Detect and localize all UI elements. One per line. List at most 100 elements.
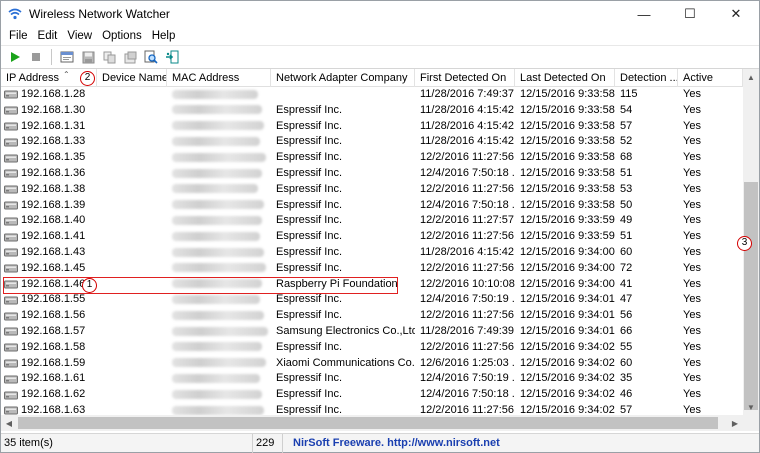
- company-cell: Espressif Inc.: [276, 119, 343, 132]
- first-detected-cell: 12/2/2016 11:27:56...: [420, 182, 515, 195]
- menu-edit[interactable]: Edit: [33, 30, 63, 42]
- device-name-cell: [97, 261, 167, 277]
- first-detected-cell: 12/4/2016 7:50:19 ...: [420, 372, 515, 385]
- active-cell: Yes: [683, 245, 701, 258]
- device-name-cell: [97, 371, 167, 387]
- last-detected-cell: 12/15/2016 9:33:58...: [520, 198, 615, 211]
- minimize-button[interactable]: —: [621, 1, 667, 27]
- scroll-down-arrow-icon[interactable]: ▼: [743, 399, 759, 415]
- last-detected-cell: 12/15/2016 9:34:02...: [520, 372, 615, 385]
- ip-address-cell: 192.168.1.39: [1, 198, 97, 214]
- table-row[interactable]: 192.168.1.45 Espressif Inc. 12/2/2016 11:2…: [1, 261, 743, 277]
- device-name-cell: [97, 387, 167, 403]
- table-row[interactable]: 192.168.1.43 Espressif Inc. 11/28/2016 4:1…: [1, 245, 743, 261]
- table-row[interactable]: 192.168.1.40 Espressif Inc. 12/2/2016 11:2…: [1, 213, 743, 229]
- device-name-cell: [97, 292, 167, 308]
- col-last-detected-header[interactable]: Last Detected On: [515, 69, 615, 87]
- col-mac-address-header[interactable]: MAC Address: [167, 69, 271, 87]
- mac-address-cell-blurred: [167, 245, 271, 261]
- detection-count-cell: 60: [620, 245, 633, 258]
- active-cell: Yes: [683, 309, 701, 322]
- ip-address-cell: 192.168.1.56: [1, 308, 97, 324]
- device-name-cell: [97, 182, 167, 198]
- table-row[interactable]: 192.168.1.36 Espressif Inc. 12/4/2016 7:50…: [1, 166, 743, 182]
- mac-address-cell-blurred: [167, 213, 271, 229]
- scroll-left-arrow-icon[interactable]: ◀: [1, 415, 17, 431]
- table-row[interactable]: 192.168.1.62 Espressif Inc. 12/4/2016 7:50…: [1, 387, 743, 403]
- last-detected-cell: 12/15/2016 9:33:58...: [520, 135, 615, 148]
- horizontal-scroll-thumb[interactable]: [18, 417, 718, 429]
- last-detected-cell: 12/15/2016 9:34:00...: [520, 261, 615, 274]
- col-active-header[interactable]: Active: [678, 69, 743, 87]
- mac-address-cell-blurred: [167, 119, 271, 135]
- last-detected-cell: 12/15/2016 9:34:02...: [520, 340, 615, 353]
- detection-count-cell: 49: [620, 214, 633, 227]
- horizontal-scrollbar[interactable]: ◀ ▶: [1, 415, 743, 431]
- computer-icon: [4, 154, 18, 163]
- scroll-right-arrow-icon[interactable]: ▶: [727, 415, 743, 431]
- table-row[interactable]: 192.168.1.28 11/28/2016 7:49:37... 12/15/2…: [1, 87, 743, 103]
- table-row[interactable]: 192.168.1.41 Espressif Inc. 12/2/2016 11:2…: [1, 229, 743, 245]
- table-row[interactable]: 192.168.1.33 Espressif Inc. 11/28/2016 4:1…: [1, 134, 743, 150]
- first-detected-cell: 11/28/2016 4:15:42...: [420, 103, 515, 116]
- active-cell: Yes: [683, 388, 701, 401]
- vertical-scroll-thumb[interactable]: [744, 182, 758, 410]
- menu-options[interactable]: Options: [97, 30, 147, 42]
- col-network-adapter-company-header[interactable]: Network Adapter Company: [271, 69, 415, 87]
- device-list[interactable]: IP Address ⌃ Device Name MAC Address Network…: [1, 69, 759, 431]
- company-cell: Espressif Inc.: [276, 230, 343, 243]
- table-row[interactable]: 192.168.1.35 Espressif Inc. 12/2/2016 11:2…: [1, 150, 743, 166]
- table-row[interactable]: 192.168.1.38 Espressif Inc. 12/2/2016 11:2…: [1, 182, 743, 198]
- window-icon[interactable]: [58, 48, 76, 66]
- table-row[interactable]: 192.168.1.59 Xiaomi Communications Co... 1…: [1, 356, 743, 372]
- play-icon[interactable]: [6, 48, 24, 66]
- nirsoft-link[interactable]: NirSoft Freeware. http://www.nirsoft.net: [283, 434, 759, 453]
- device-name-cell: [97, 134, 167, 150]
- menu-file[interactable]: File: [4, 30, 33, 42]
- col-detection-count-header[interactable]: Detection ...: [615, 69, 678, 87]
- company-cell: Espressif Inc.: [276, 214, 343, 227]
- table-row[interactable]: 192.168.1.31 Espressif Inc. 11/28/2016 4:1…: [1, 119, 743, 135]
- table-row[interactable]: 192.168.1.56 Espressif Inc. 12/2/2016 11:2…: [1, 308, 743, 324]
- highlighted-row-outline: [3, 277, 398, 294]
- last-detected-cell: 12/15/2016 9:34:01...: [520, 309, 615, 322]
- first-detected-cell: 12/6/2016 1:25:03 ...: [420, 356, 515, 369]
- menu-view[interactable]: View: [62, 30, 97, 42]
- mac-address-cell-blurred: [167, 356, 271, 372]
- toolbar: [1, 45, 759, 69]
- maximize-button[interactable]: ☐: [667, 1, 713, 27]
- col-device-name-header[interactable]: Device Name: [97, 69, 167, 87]
- table-row[interactable]: 192.168.1.39 Espressif Inc. 12/4/2016 7:50…: [1, 198, 743, 214]
- close-button[interactable]: ✕: [713, 1, 759, 27]
- ip-address-cell: 192.168.1.40: [1, 213, 97, 229]
- computer-icon: [4, 217, 18, 226]
- scroll-up-arrow-icon[interactable]: ▲: [743, 69, 759, 85]
- ip-address-cell: 192.168.1.45: [1, 261, 97, 277]
- first-detected-cell: 11/28/2016 7:49:39...: [420, 324, 515, 337]
- html-report-icon[interactable]: [121, 48, 139, 66]
- first-detected-cell: 12/4/2016 7:50:18 ...: [420, 166, 515, 179]
- menu-help[interactable]: Help: [147, 30, 181, 42]
- detection-count-cell: 56: [620, 309, 633, 322]
- detection-count-cell: 55: [620, 340, 633, 353]
- exit-icon[interactable]: [163, 48, 181, 66]
- detection-count-cell: 52: [620, 135, 633, 148]
- save-icon[interactable]: [79, 48, 97, 66]
- ip-address-cell: 192.168.1.41: [1, 229, 97, 245]
- table-row[interactable]: 192.168.1.55 Espressif Inc. 12/4/2016 7:50…: [1, 292, 743, 308]
- ip-address-text: 192.168.1.40: [21, 214, 86, 227]
- table-row[interactable]: 192.168.1.30 Espressif Inc. 11/28/2016 4:1…: [1, 103, 743, 119]
- device-name-cell: [97, 150, 167, 166]
- last-detected-cell: 12/15/2016 9:34:00...: [520, 245, 615, 258]
- col-first-detected-header[interactable]: First Detected On: [415, 69, 515, 87]
- last-detected-cell: 12/15/2016 9:34:01...: [520, 324, 615, 337]
- find-icon[interactable]: [142, 48, 160, 66]
- stop-icon[interactable]: [27, 48, 45, 66]
- detection-count-cell: 51: [620, 230, 633, 243]
- table-row[interactable]: 192.168.1.61 Espressif Inc. 12/4/2016 7:50…: [1, 371, 743, 387]
- table-row[interactable]: 192.168.1.58 Espressif Inc. 12/2/2016 11:2…: [1, 340, 743, 356]
- ip-address-text: 192.168.1.28: [21, 88, 86, 100]
- wifi-app-icon: [7, 6, 23, 22]
- copy-icon[interactable]: [100, 48, 118, 66]
- table-row[interactable]: 192.168.1.57 Samsung Electronics Co.,Ltd 1…: [1, 324, 743, 340]
